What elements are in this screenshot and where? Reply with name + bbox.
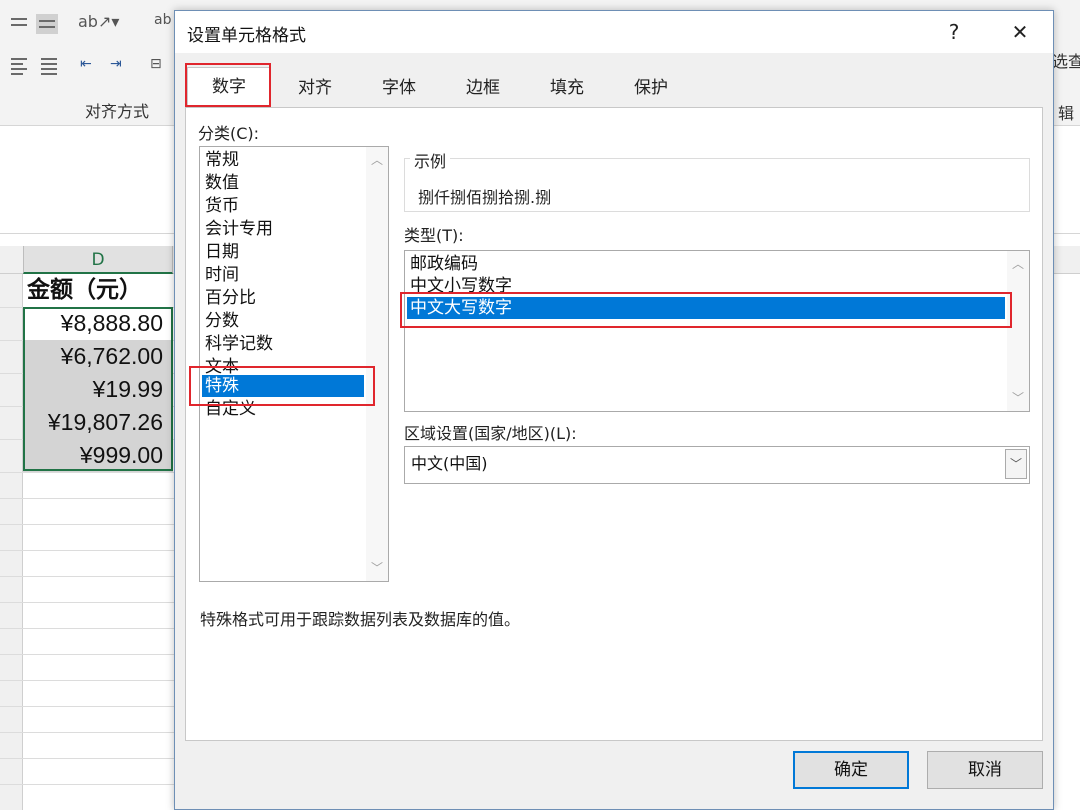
type-item-chinese-lowercase[interactable]: 中文小写数字 (407, 275, 1005, 297)
cancel-button[interactable]: 取消 (927, 751, 1043, 789)
grid-line (0, 706, 176, 707)
grid-line (0, 680, 176, 681)
ribbon-fragment: 选 (1052, 52, 1069, 71)
tab-font[interactable]: 字体 (357, 71, 441, 107)
type-list[interactable]: 邮政编码 中文小写数字 中文大写数字 ︿ ﹀ (404, 250, 1030, 412)
decrease-indent-icon[interactable]: ⇤ (80, 56, 102, 76)
type-label: 类型(T): (404, 226, 464, 245)
category-item-time[interactable]: 时间 (202, 264, 366, 286)
tab-protection[interactable]: 保护 (609, 71, 693, 107)
scroll-down-icon[interactable]: ﹀ (1007, 387, 1029, 409)
grid-line (0, 472, 176, 473)
tab-alignment[interactable]: 对齐 (273, 71, 357, 107)
tab-border[interactable]: 边框 (441, 71, 525, 107)
row-header-bar (0, 274, 23, 810)
category-item-scientific[interactable]: 科学记数 (202, 333, 366, 355)
help-button[interactable]: ? (931, 11, 977, 53)
number-tab-panel: 分类(C): 常规 数值 货币 会计专用 日期 时间 百分比 分数 科学记数 文… (185, 107, 1043, 741)
ribbon-fragment: 查 (1068, 52, 1080, 71)
align-left-icon[interactable] (8, 56, 30, 76)
increase-indent-icon[interactable]: ⇥ (110, 56, 132, 76)
sample-label: 示例 (410, 148, 451, 172)
dialog-title-bar[interactable]: 设置单元格格式 ? ✕ (175, 11, 1053, 53)
ok-button[interactable]: 确定 (793, 751, 909, 789)
header-cell-amount[interactable]: 金额（元） (23, 274, 173, 307)
grid-line (0, 524, 176, 525)
category-list[interactable]: 常规 数值 货币 会计专用 日期 时间 百分比 分数 科学记数 文本 特殊 自定… (199, 146, 389, 582)
locale-label: 区域设置(国家/地区)(L): (404, 424, 577, 443)
grid-line (0, 654, 176, 655)
type-scrollbar[interactable]: ︿ ﹀ (1007, 251, 1029, 411)
orientation-icon[interactable]: ab↗▾ (78, 12, 119, 32)
category-item-general[interactable]: 常规 (202, 149, 366, 171)
locale-value: 中文(中国) (411, 454, 488, 473)
category-item-currency[interactable]: 货币 (202, 195, 366, 217)
grid-line (0, 784, 176, 785)
ribbon-group-alignment-label: 对齐方式 (84, 102, 149, 121)
tab-strip: 数字 对齐 字体 边框 填充 保护 (185, 67, 1045, 107)
sample-value: 捌仟捌佰捌拾捌.捌 (418, 188, 552, 207)
grid-line (0, 602, 176, 603)
format-cells-dialog: 设置单元格格式 ? ✕ 数字 对齐 字体 边框 填充 保护 分类(C): 常规 … (174, 10, 1054, 810)
dialog-title: 设置单元格格式 (187, 26, 306, 46)
column-header-d[interactable]: D (23, 246, 173, 274)
ribbon-fragment: 辑 (1058, 104, 1075, 123)
grid-line (0, 628, 176, 629)
type-item-chinese-uppercase[interactable]: 中文大写数字 (407, 297, 1005, 319)
category-item-special[interactable]: 特殊 (202, 375, 364, 397)
type-item-postal-code[interactable]: 邮政编码 (407, 253, 1005, 275)
category-scrollbar[interactable]: ︿ ﹀ (366, 147, 388, 581)
grid-line (0, 498, 176, 499)
grid-line (0, 576, 176, 577)
category-item-custom[interactable]: 自定义 (202, 398, 366, 420)
tab-fill[interactable]: 填充 (525, 71, 609, 107)
merge-icon[interactable]: ⊟ (150, 56, 172, 76)
align-middle-icon[interactable] (36, 14, 58, 34)
category-item-date[interactable]: 日期 (202, 241, 366, 263)
tab-number[interactable]: 数字 (187, 67, 271, 107)
scroll-down-icon[interactable]: ﹀ (366, 557, 388, 579)
locale-select[interactable]: 中文(中国) ﹀ (404, 446, 1030, 484)
close-button[interactable]: ✕ (997, 11, 1043, 53)
dropdown-icon[interactable]: ﹀ (1005, 449, 1027, 479)
wrap-text-icon[interactable]: ab (154, 12, 176, 32)
category-item-accounting[interactable]: 会计专用 (202, 218, 366, 240)
selection-border (23, 307, 173, 471)
grid-line (0, 758, 176, 759)
category-item-percentage[interactable]: 百分比 (202, 287, 366, 309)
category-description: 特殊格式可用于跟踪数据列表及数据库的值。 (200, 610, 521, 629)
category-label: 分类(C): (198, 124, 260, 143)
grid-line (0, 732, 176, 733)
scroll-up-icon[interactable]: ︿ (1007, 253, 1029, 275)
scroll-up-icon[interactable]: ︿ (366, 149, 388, 171)
align-center-icon[interactable] (38, 56, 60, 76)
align-top-icon[interactable] (8, 14, 30, 34)
grid-line (0, 550, 176, 551)
category-item-fraction[interactable]: 分数 (202, 310, 366, 332)
category-item-number[interactable]: 数值 (202, 172, 366, 194)
